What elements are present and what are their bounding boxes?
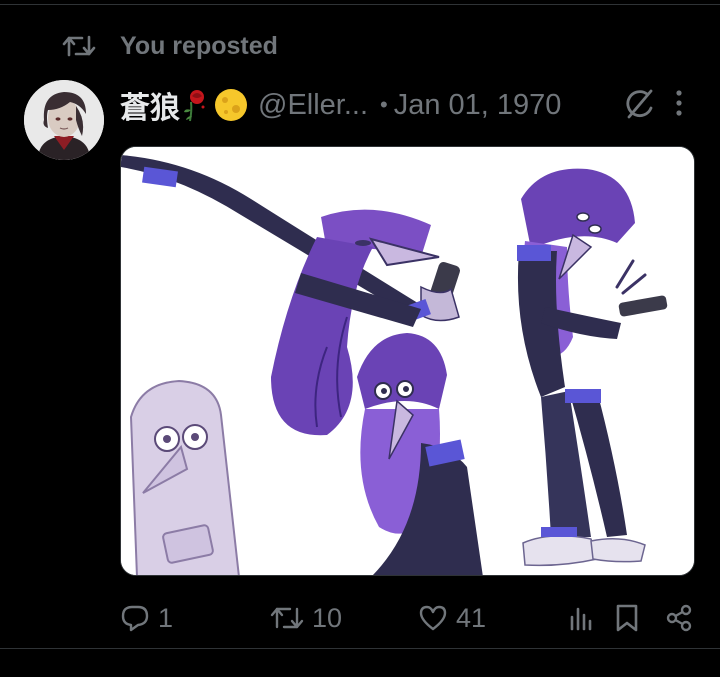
moon-icon [215,89,247,121]
post-media-image[interactable] [120,146,695,576]
repost-context-label: You reposted [120,31,278,60]
like-button[interactable]: 41 [418,596,486,640]
rose-icon [184,90,205,122]
reply-count: 1 [158,602,174,633]
author-handle[interactable]: @Eller... [258,89,368,122]
author-avatar[interactable] [24,80,104,160]
views-button[interactable] [568,596,594,640]
author-name[interactable]: 蒼狼 [120,83,180,127]
bookmark-icon [616,604,638,632]
post-date[interactable]: Jan 01, 1970 [394,89,562,122]
post-header: 蒼狼 @Eller... • Jan 01, 1970 [120,83,561,127]
heart-icon [419,605,447,631]
illustration [121,147,694,575]
repost-context[interactable]: You reposted [62,30,278,62]
like-count: 41 [456,602,487,633]
share-button[interactable] [664,596,694,640]
avatar-image [24,80,104,160]
repost-count: 10 [312,602,343,633]
reply-button[interactable]: 1 [120,596,173,640]
reply-icon [121,605,149,632]
repost-action-icon [270,607,304,629]
top-divider [0,4,720,5]
grok-icon[interactable] [621,86,657,122]
repost-icon [62,35,96,57]
repost-button[interactable]: 10 [270,596,342,640]
separator-dot: • [380,92,388,117]
action-bar: 1 10 41 [0,596,720,640]
analytics-icon [570,607,592,631]
bottom-divider [0,648,720,649]
more-icon[interactable] [672,88,686,120]
bookmark-button[interactable] [614,596,640,640]
share-icon [666,604,692,632]
